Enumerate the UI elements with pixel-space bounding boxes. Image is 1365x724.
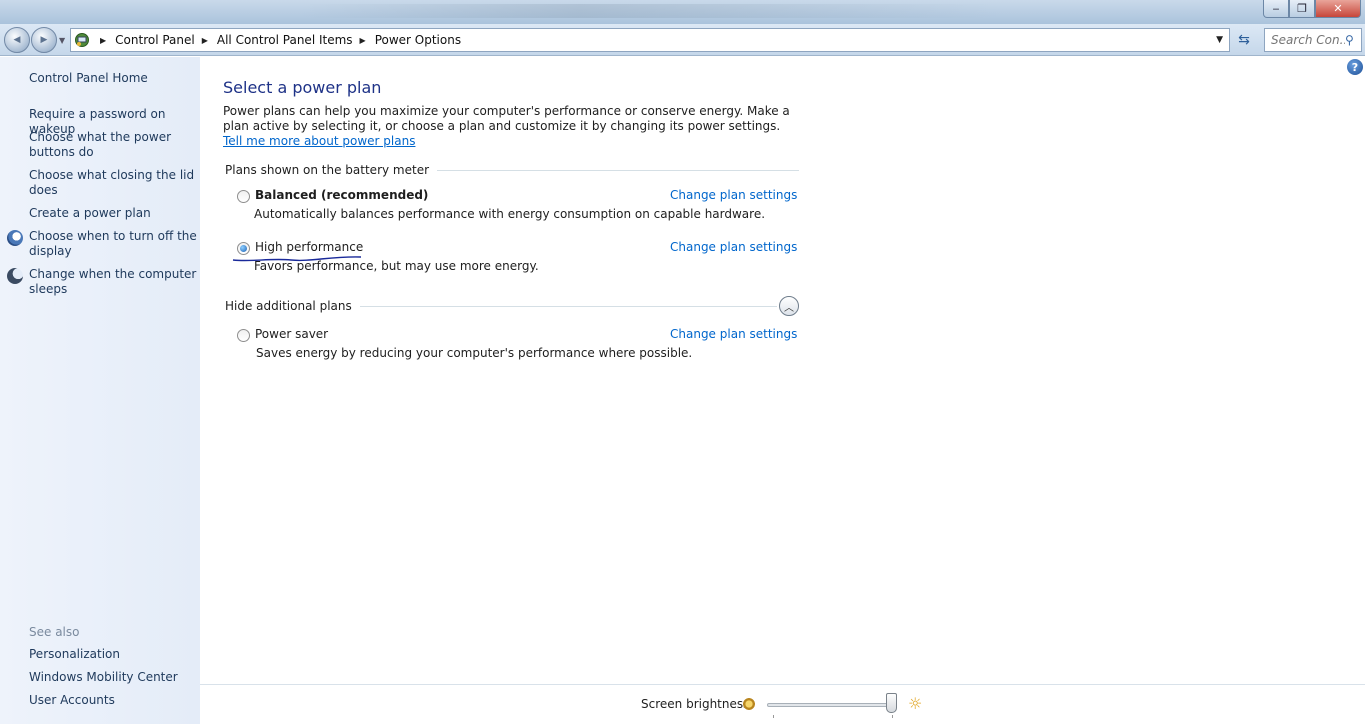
- collapse-chevron-up-icon[interactable]: ︿: [779, 296, 799, 316]
- brightness-label: Screen brightness:: [641, 697, 754, 711]
- plan-balanced-radio[interactable]: [237, 190, 250, 203]
- forward-button[interactable]: ▶: [31, 27, 57, 53]
- battery-plans-heading: Plans shown on the battery meter: [225, 163, 430, 177]
- address-bar[interactable]: ▶ Control Panel ▶ All Control Panel Items…: [70, 28, 1230, 52]
- battery-plans-group-header: Plans shown on the battery meter: [225, 163, 799, 177]
- breadcrumb-label: Control Panel: [115, 33, 195, 47]
- sidebar-link-mobility-center[interactable]: Windows Mobility Center: [29, 670, 197, 685]
- bright-sun-icon: ☼: [908, 694, 923, 713]
- help-button[interactable]: ?: [1347, 59, 1363, 75]
- brightness-slider-track[interactable]: [767, 703, 897, 707]
- sidebar-link-turn-off-display[interactable]: Choose when to turn off the display: [29, 229, 197, 259]
- intro-paragraph: Power plans can help you maximize your c…: [223, 104, 803, 149]
- plan-power-saver-radio[interactable]: [237, 329, 250, 342]
- minimize-button[interactable]: ‒: [1263, 0, 1289, 18]
- control-panel-icon: [71, 30, 93, 50]
- plan-high-performance[interactable]: High performance Favors performance, but…: [232, 240, 797, 276]
- back-arrow-icon: ◀: [13, 35, 21, 45]
- refresh-icon: ⇆: [1238, 32, 1250, 48]
- clock-icon: [7, 230, 23, 246]
- moon-icon: [7, 268, 23, 284]
- breadcrumb-power-options[interactable]: Power Options: [375, 33, 461, 47]
- search-icon[interactable]: ⚲: [1345, 33, 1354, 47]
- sidebar-link-closing-lid[interactable]: Choose what closing the lid does: [29, 168, 197, 198]
- plan-power-saver-description: Saves energy by reducing your computer's…: [256, 346, 693, 360]
- back-button[interactable]: ◀: [4, 27, 30, 53]
- plan-power-saver-change-settings-link[interactable]: Change plan settings: [670, 327, 797, 341]
- sidebar-link-computer-sleeps[interactable]: Change when the computer sleeps: [29, 267, 197, 297]
- plan-power-saver[interactable]: Power saver Saves energy by reducing you…: [237, 327, 797, 363]
- breadcrumb-separator-icon[interactable]: ▶: [360, 36, 366, 45]
- plan-balanced[interactable]: Balanced (recommended) Automatically bal…: [237, 188, 797, 224]
- close-button[interactable]: ✕: [1315, 0, 1361, 18]
- sidebar-link-create-plan[interactable]: Create a power plan: [29, 206, 197, 221]
- address-row: ◀ ▶ ▼ ▶ Control Panel ▶ All Control Panel…: [0, 24, 1365, 56]
- breadcrumb-separator-icon[interactable]: ▶: [202, 36, 208, 45]
- plan-balanced-description: Automatically balances performance with …: [254, 207, 766, 221]
- refresh-button[interactable]: ⇆: [1233, 28, 1255, 52]
- sidebar-link-power-buttons[interactable]: Choose what the power buttons do: [29, 130, 197, 160]
- breadcrumb-control-panel[interactable]: Control Panel ▶: [115, 33, 217, 47]
- window-controls: ‒ ❐ ✕: [1263, 0, 1361, 18]
- help-icon: ?: [1351, 60, 1359, 74]
- brightness-ticks: [773, 715, 893, 718]
- recent-pages-dropdown-icon[interactable]: ▼: [59, 36, 65, 45]
- forward-arrow-icon: ▶: [40, 35, 48, 45]
- search-box[interactable]: ⚲: [1264, 28, 1362, 52]
- brightness-bar: Screen brightness: ☼: [200, 684, 1365, 724]
- see-also-heading: See also: [29, 625, 80, 639]
- breadcrumb-all-items[interactable]: All Control Panel Items ▶: [217, 33, 375, 47]
- address-dropdown-icon[interactable]: ▼: [1216, 35, 1223, 45]
- sidebar-control-panel-home[interactable]: Control Panel Home: [29, 71, 197, 86]
- additional-plans-heading[interactable]: Hide additional plans: [225, 299, 352, 313]
- plan-balanced-name[interactable]: Balanced (recommended): [255, 188, 428, 202]
- brightness-slider-thumb[interactable]: [886, 693, 897, 713]
- sidebar: Control Panel Home Require a password on…: [0, 57, 200, 724]
- breadcrumb-separator-icon[interactable]: ▶: [93, 36, 115, 45]
- sidebar-link-personalization[interactable]: Personalization: [29, 647, 197, 662]
- title-blur: [300, 4, 1000, 18]
- additional-plans-group-header: Hide additional plans ︿: [225, 296, 799, 316]
- plan-high-performance-change-settings-link[interactable]: Change plan settings: [670, 240, 797, 254]
- plan-balanced-change-settings-link[interactable]: Change plan settings: [670, 188, 797, 202]
- group-divider: [437, 169, 799, 171]
- intro-text: Power plans can help you maximize your c…: [223, 104, 790, 133]
- plan-power-saver-name[interactable]: Power saver: [255, 327, 328, 341]
- sidebar-link-user-accounts[interactable]: User Accounts: [29, 693, 197, 708]
- maximize-button[interactable]: ❐: [1289, 0, 1315, 18]
- dim-sun-icon: [743, 698, 755, 710]
- breadcrumb-label: All Control Panel Items: [216, 33, 353, 47]
- group-divider: [359, 305, 777, 307]
- plan-high-performance-description: Favors performance, but may use more ene…: [254, 259, 539, 273]
- breadcrumb-label: Power Options: [374, 33, 462, 47]
- page-title: Select a power plan: [223, 78, 382, 97]
- tell-me-more-link[interactable]: Tell me more about power plans: [223, 134, 415, 148]
- search-input[interactable]: [1271, 33, 1345, 47]
- title-bar: ‒ ❐ ✕: [0, 0, 1365, 24]
